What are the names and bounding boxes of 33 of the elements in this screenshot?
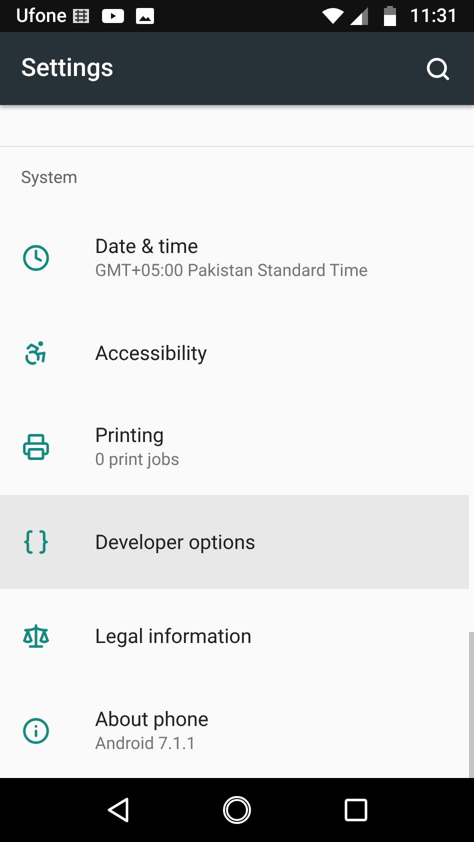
item-title: Printing — [95, 422, 165, 448]
item-subtitle: GMT+05:00 Pakistan Standard Time — [95, 260, 368, 284]
settings-item[interactable]: Printing 0 print jobs — [0, 400, 469, 494]
recents-button[interactable] — [344, 798, 368, 822]
item-title: Date & time — [95, 233, 200, 260]
battery-icon — [384, 6, 396, 26]
settings-item[interactable]: Accessibility — [0, 306, 469, 400]
item-subtitle: Android 7.1.1 — [95, 732, 197, 756]
settings-item[interactable]: Date & time GMT+05:00 Pakistan Standard Time — [0, 211, 469, 306]
image-icon — [136, 8, 154, 24]
signal-icon — [350, 7, 368, 25]
carrier-name: Ufone — [16, 2, 67, 29]
wifi-icon — [322, 8, 344, 24]
home-button[interactable] — [222, 795, 252, 825]
printer-icon — [22, 433, 50, 462]
back-button[interactable] — [106, 797, 130, 823]
braces-icon — [22, 528, 50, 556]
sim-icon — [72, 8, 90, 24]
item-title: Legal information — [95, 623, 252, 650]
scales-icon — [22, 622, 50, 650]
settings-item[interactable]: Legal information — [0, 589, 469, 684]
settings-item[interactable]: Developer options — [0, 494, 469, 589]
play-icon — [102, 8, 124, 24]
settings-item[interactable]: About phone Android 7.1.1 — [0, 684, 469, 778]
item-title: Developer options — [95, 528, 256, 555]
item-title: About phone — [95, 706, 209, 732]
item-title: Accessibility — [95, 340, 207, 366]
clock-time: 11:31 — [410, 2, 458, 29]
item-subtitle: 0 print jobs — [95, 449, 180, 472]
clock-icon — [22, 244, 50, 272]
screen-title: Settings — [21, 52, 114, 85]
info-icon — [22, 716, 50, 745]
section-header: System — [21, 167, 78, 190]
